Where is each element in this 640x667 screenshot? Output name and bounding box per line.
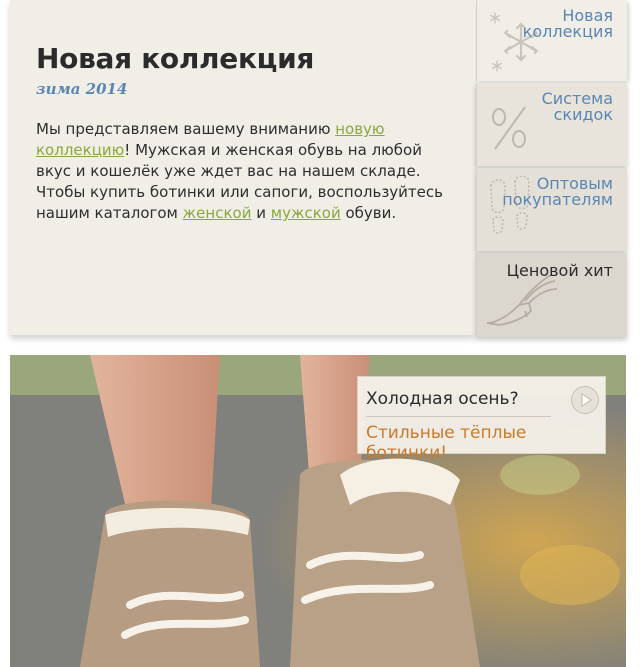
intro-text-part-3: и	[251, 204, 271, 222]
intro-text-part-1: Мы представляем вашему вниманию	[36, 120, 336, 138]
season-subtitle: зима 2014	[36, 80, 128, 98]
hero-photo[interactable]: Холодная осень? Стильные тёплые ботинки!	[10, 355, 626, 667]
tab-discount-system-label: Система скидок	[542, 91, 613, 123]
promo-question: Холодная осень?	[366, 389, 519, 409]
promo-divider	[366, 416, 551, 417]
page-title: Новая коллекция	[36, 42, 315, 75]
women-catalog-link[interactable]: женской	[183, 204, 252, 222]
men-catalog-link[interactable]: мужской	[271, 204, 341, 222]
side-tabs: Новая коллекция Система скидок Оптовым п…	[476, 0, 627, 337]
intro-text: Мы представляем вашему вниманию новую ко…	[36, 119, 456, 224]
tab-price-hit-label: Ценовой хит	[507, 263, 613, 279]
tab-wholesale-label: Оптовым покупателям	[502, 176, 613, 208]
tab-new-collection[interactable]: Новая коллекция	[476, 0, 627, 81]
promo-subtitle: Стильные тёплые ботинки!	[366, 423, 527, 463]
promo-box[interactable]: Холодная осень? Стильные тёплые ботинки!	[357, 376, 606, 463]
intro-panel: Новая коллекция зима 2014 Мы представляе…	[10, 0, 475, 335]
promo-next-button[interactable]	[571, 386, 599, 414]
intro-text-part-4: обуви.	[340, 204, 397, 222]
tab-price-hit[interactable]: Ценовой хит	[476, 253, 627, 337]
play-arrow-icon	[581, 393, 592, 407]
winged-shoe-icon	[486, 274, 558, 326]
percent-icon	[492, 106, 526, 150]
tab-label-line1: Ценовой хит	[506, 261, 613, 280]
tab-label-line2: коллекция	[522, 22, 613, 41]
tab-wholesale[interactable]: Оптовым покупателям	[476, 168, 627, 251]
tab-new-collection-label: Новая коллекция	[523, 8, 613, 40]
tab-discount-system[interactable]: Система скидок	[476, 83, 627, 166]
tab-label-line2: скидок	[553, 105, 613, 124]
tab-label-line2: покупателям	[502, 190, 613, 209]
